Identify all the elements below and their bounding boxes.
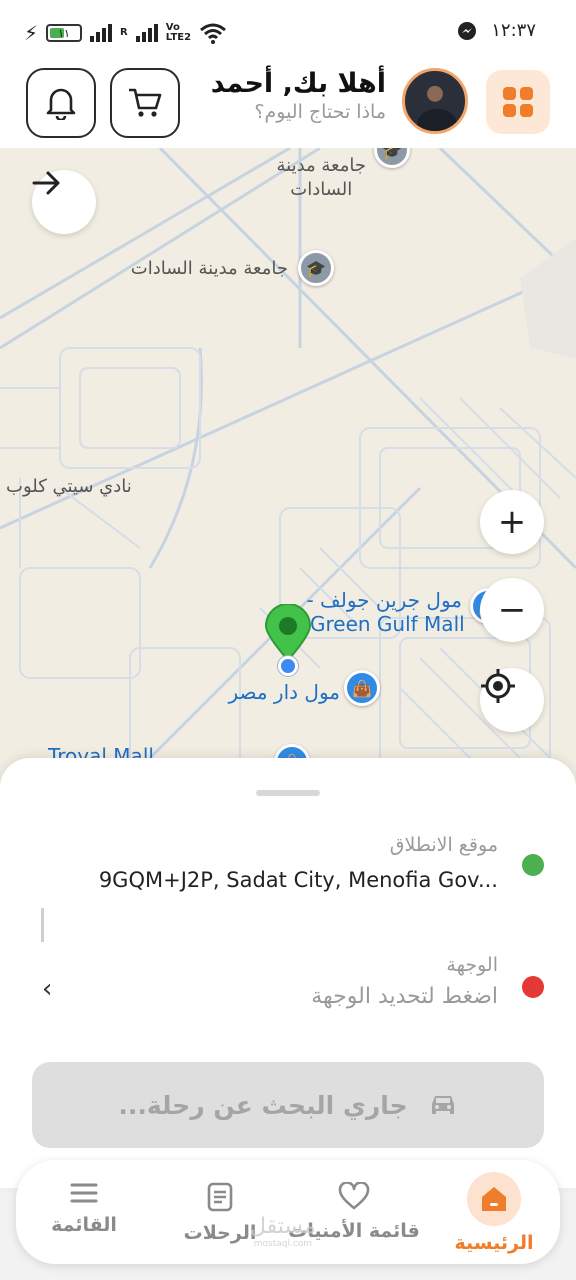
chevron-left-icon[interactable]: ‹ (42, 974, 52, 1004)
greeting-subtitle: ماذا تحتاج اليوم؟ (254, 101, 386, 123)
university-top-line2: السادات (290, 179, 353, 200)
dar-misr-label: مول دار مصر (228, 680, 340, 704)
back-button[interactable] (32, 170, 96, 234)
status-bar: ⚡ ١١ R Vo LTE2 ١٢:٣٧ (0, 0, 576, 62)
watermark-sub: mostaql.com (253, 1239, 313, 1249)
sheet-handle[interactable] (256, 790, 320, 796)
avatar[interactable] (402, 68, 468, 134)
destination-label: الوجهة (446, 954, 498, 976)
destination-row[interactable]: الوجهة اضغط لتحديد الوجهة (40, 952, 544, 1022)
volte-bottom: LTE2 (165, 32, 192, 43)
zoom-out-button[interactable]: − (480, 578, 544, 642)
app-header: أهلا بك, أحمد ماذا تحتاج اليوم؟ (0, 62, 576, 148)
car-icon (431, 1096, 454, 1114)
nav-home[interactable]: الرئيسية (434, 1160, 554, 1264)
club-label: نادي سيتي كلوب (6, 476, 132, 497)
pickup-dot (522, 854, 544, 876)
map-view[interactable]: 🎓 جامعة مدينة السادات 🎓 جامعة مدينة السا… (0, 148, 576, 788)
signal-2-icon (135, 24, 158, 42)
greeting-block: أهلا بك, أحمد ماذا تحتاج اليوم؟ (211, 68, 386, 123)
search-ride-button[interactable]: جاري البحث عن رحلة... (32, 1062, 544, 1148)
zoom-in-button[interactable]: + (480, 490, 544, 554)
battery-level: ١١ (58, 26, 70, 40)
bell-icon (46, 88, 76, 120)
battery-icon: ١١ (46, 24, 83, 42)
heart-icon (338, 1182, 370, 1210)
current-location-dot (278, 656, 298, 676)
pickup-value: 9GQM+J2P, Sadat City, Menofia Gov... (98, 868, 498, 892)
notifications-button[interactable] (26, 68, 96, 138)
destination-placeholder: اضغط لتحديد الوجهة (311, 984, 498, 1009)
grid-icon (503, 87, 533, 117)
university-icon[interactable]: 🎓 (298, 250, 334, 286)
arrow-right-icon (32, 171, 60, 195)
roaming-indicator: R (120, 27, 128, 38)
university-top-line1: جامعة مدينة (276, 155, 367, 176)
cart-button[interactable] (110, 68, 180, 138)
hamburger-icon (70, 1183, 98, 1203)
crosshair-icon (481, 669, 515, 703)
cart-icon (129, 88, 162, 117)
green-gulf-label-ar: مول جرين جولف - (306, 588, 462, 612)
pickup-label: موقع الانطلاق (389, 834, 498, 856)
dar-misr-mall-icon[interactable]: 👜 (344, 670, 380, 706)
greeting-title: أهلا بك, أحمد (210, 68, 386, 99)
charging-icon: ⚡ (24, 21, 39, 45)
nav-menu[interactable]: القائمة (24, 1160, 144, 1264)
destination-dot (522, 976, 544, 998)
wifi-icon (200, 23, 227, 44)
document-icon (207, 1182, 233, 1212)
signal-icon (90, 24, 113, 42)
messenger-icon (458, 21, 477, 40)
watermark-logo: مستقل mostaql.com (250, 1214, 316, 1249)
pickup-row[interactable]: موقع الانطلاق 9GQM+J2P, Sadat City, Meno… (40, 832, 544, 892)
volte-icon: Vo LTE2 (166, 23, 191, 43)
trip-sheet: موقع الانطلاق 9GQM+J2P, Sadat City, Meno… (0, 758, 576, 1188)
home-icon (467, 1172, 521, 1226)
search-ride-label: جاري البحث عن رحلة... (118, 1090, 408, 1120)
categories-button[interactable] (486, 70, 550, 134)
my-location-button[interactable] (480, 668, 544, 732)
green-gulf-label-en: Green Gulf Mall (310, 612, 465, 636)
university-top-label: جامعة مدينة السادات (277, 154, 367, 202)
nav-home-label: الرئيسية (454, 1232, 534, 1254)
nav-trips-label: الرحلات (183, 1222, 257, 1244)
nav-menu-label: القائمة (51, 1214, 117, 1236)
university-label: جامعة مدينة السادات (130, 258, 288, 279)
clock: ١٢:٣٧ (491, 20, 536, 41)
watermark-main: مستقل (250, 1214, 316, 1239)
route-connector (41, 908, 44, 942)
